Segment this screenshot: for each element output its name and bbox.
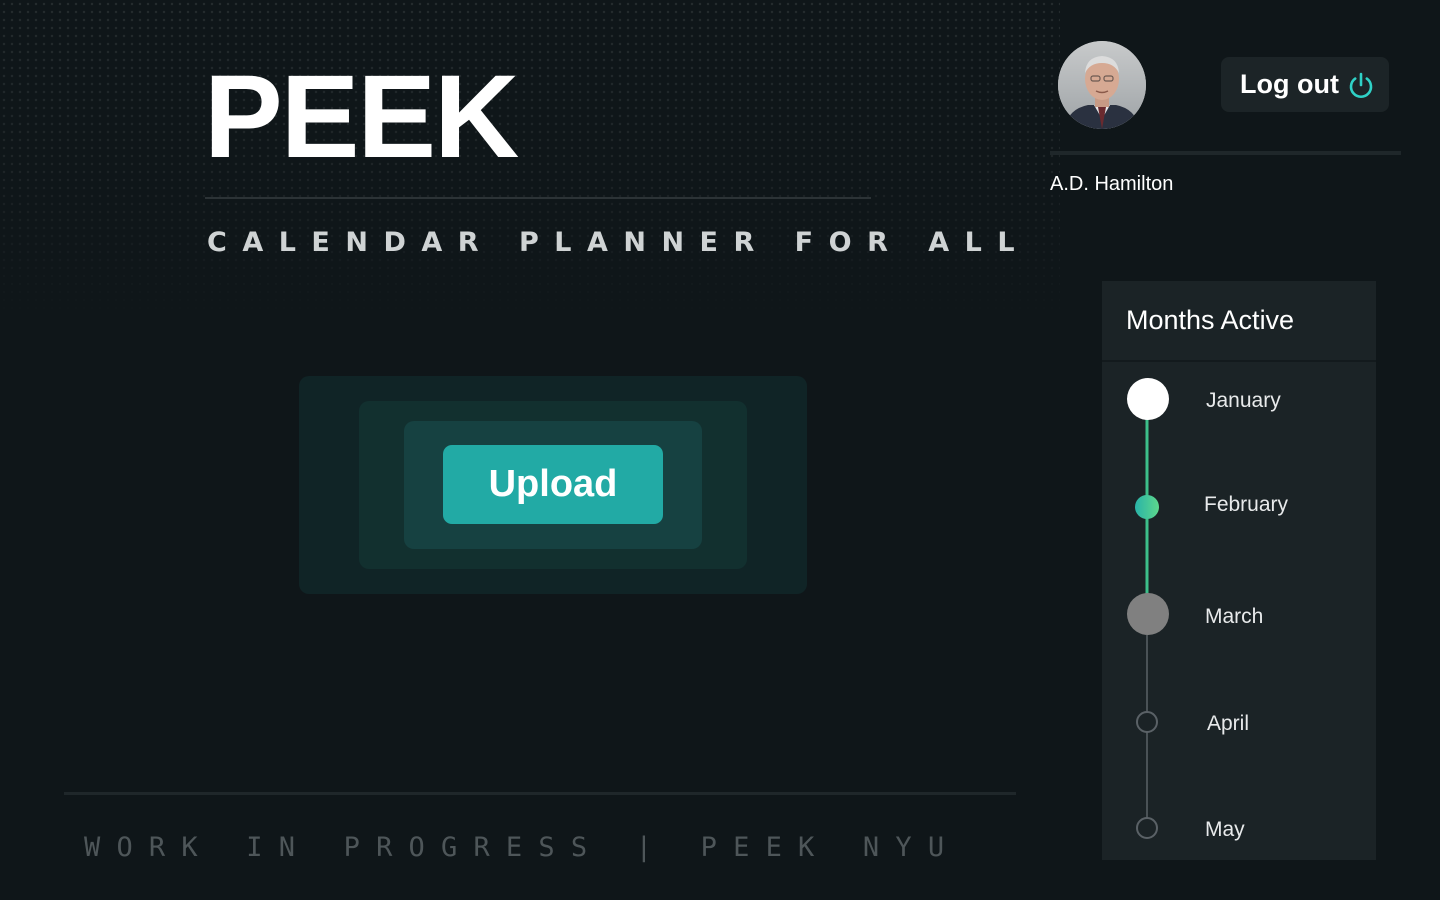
month-label-january[interactable]: January: [1206, 388, 1281, 414]
power-icon: [1347, 71, 1375, 99]
upload-button[interactable]: Upload: [443, 445, 663, 524]
month-label-may[interactable]: May: [1205, 817, 1245, 843]
month-label-march[interactable]: March: [1205, 604, 1263, 630]
month-node-may[interactable]: [1136, 817, 1158, 839]
user-name: A.D. Hamilton: [1050, 173, 1174, 195]
month-node-march[interactable]: [1127, 593, 1169, 635]
month-label-april[interactable]: April: [1207, 711, 1249, 737]
timeline: [1127, 378, 1169, 839]
month-node-february[interactable]: [1135, 495, 1159, 519]
footer-divider: [64, 792, 1016, 795]
avatar[interactable]: [1058, 41, 1146, 129]
month-node-april[interactable]: [1136, 711, 1158, 733]
brand-title: PEEK: [204, 51, 519, 183]
months-active-panel: Months Active January February March Apr…: [1102, 281, 1376, 860]
logout-label: Log out: [1240, 69, 1339, 99]
user-divider: [1050, 151, 1401, 155]
month-node-january[interactable]: [1127, 378, 1169, 420]
month-label-february[interactable]: February: [1204, 492, 1288, 518]
logout-button[interactable]: Log out: [1221, 57, 1389, 112]
title-divider: [205, 197, 871, 199]
user-photo: [1058, 41, 1146, 129]
brand-tagline: CALENDAR PLANNER FOR ALL: [207, 227, 1031, 258]
footer-text: WORK IN PROGRESS | PEEK NYU: [84, 832, 961, 863]
dot-pattern-background: [0, 0, 1060, 330]
